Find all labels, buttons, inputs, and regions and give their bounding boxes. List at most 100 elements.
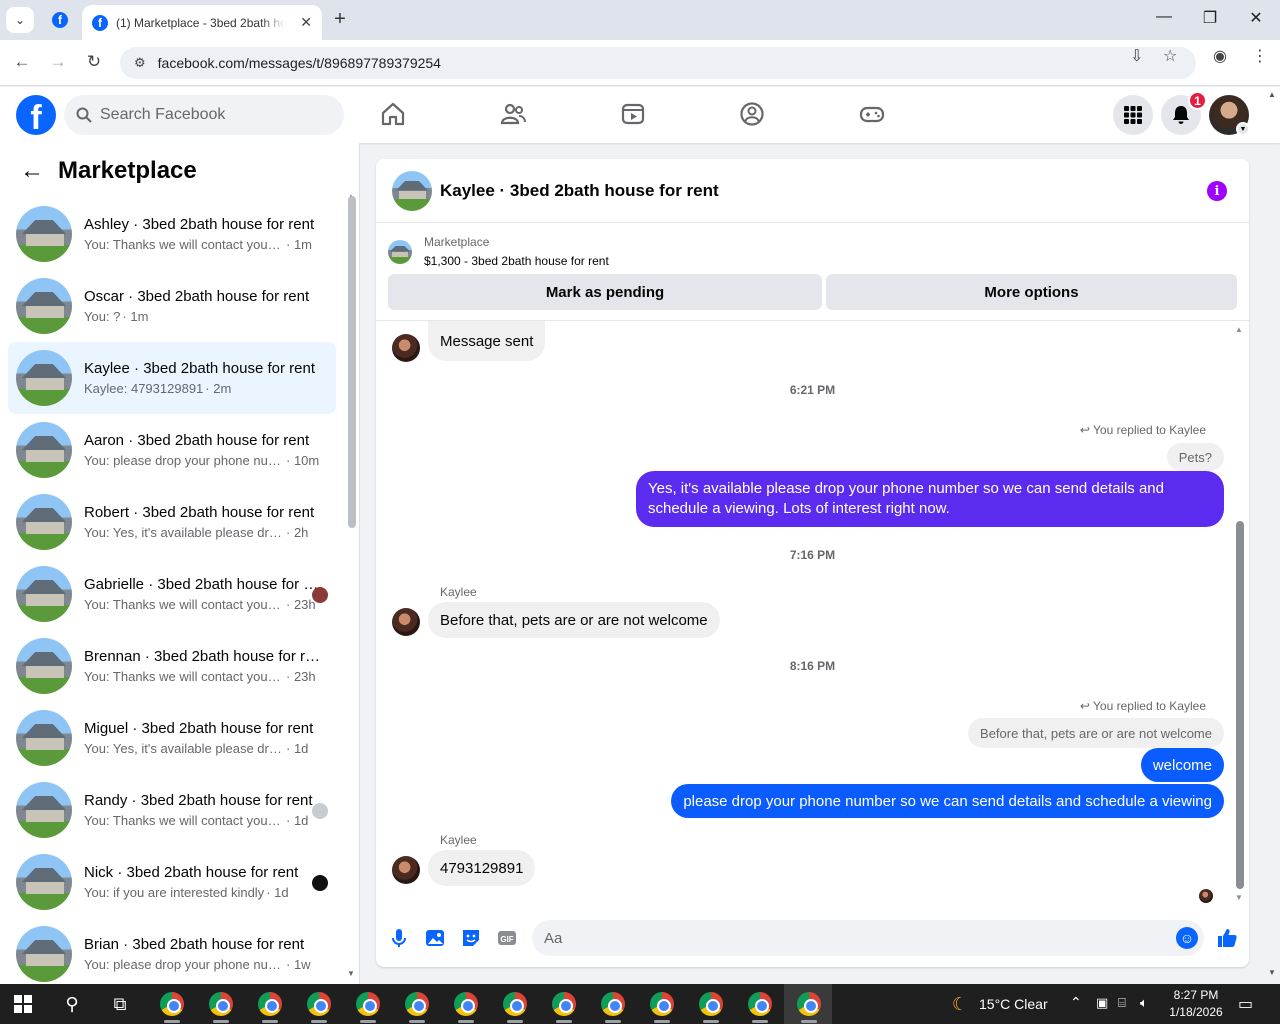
chrome-menu-icon[interactable]: ⋮ xyxy=(1252,46,1268,66)
chrome-taskbar-icon[interactable] xyxy=(795,990,823,1018)
active-browser-tab[interactable]: f (1) Marketplace - 3bed 2bath house for… xyxy=(82,5,322,40)
minimize-window-button[interactable]: — xyxy=(1141,8,1187,26)
scroll-down-icon[interactable]: ▼ xyxy=(347,969,355,978)
conversation-item[interactable]: Randy · 3bed 2bath house for rent You: Th… xyxy=(8,774,336,846)
profile-icon[interactable]: ◉ xyxy=(1213,46,1227,66)
message-thread: Message sent 6:21 PM ↩ You replied to Ka… xyxy=(376,321,1249,906)
conversation-item[interactable]: Brennan · 3bed 2bath house for rent You: … xyxy=(8,630,336,702)
sidebar-scrollbar[interactable] xyxy=(348,196,356,528)
chrome-taskbar-icon[interactable] xyxy=(746,990,774,1018)
facebook-logo-icon[interactable]: f xyxy=(16,95,56,135)
chrome-taskbar-icon[interactable] xyxy=(550,990,578,1018)
menu-grid-button[interactable] xyxy=(1113,95,1153,135)
address-bar[interactable]: ⚙ facebook.com/messages/t/89689778937925… xyxy=(120,47,1196,79)
restore-window-button[interactable]: ❐ xyxy=(1187,8,1233,28)
bookmark-star-icon[interactable]: ☆ xyxy=(1163,46,1177,66)
chat-scrollbar[interactable] xyxy=(1236,521,1244,889)
home-icon[interactable] xyxy=(380,101,406,127)
emoji-icon[interactable]: ☺ xyxy=(1176,927,1198,949)
photo-icon[interactable] xyxy=(424,927,446,949)
quoted-message[interactable]: Before that, pets are or are not welcome xyxy=(968,718,1224,748)
conversation-preview: You: please drop your phone number xyxy=(84,453,284,468)
volume-icon[interactable]: 🔈︎ xyxy=(1140,995,1148,1011)
weather-text[interactable]: 15°C Clear xyxy=(979,996,1048,1012)
gaming-icon[interactable] xyxy=(859,101,885,127)
listing-summary[interactable]: Marketplace $1,300 - 3bed 2bath house fo… xyxy=(388,235,609,268)
microphone-icon[interactable] xyxy=(388,927,410,949)
system-clock[interactable]: 8:27 PM 1/18/2026 xyxy=(1160,987,1232,1021)
conversation-item[interactable]: Oscar · 3bed 2bath house for rent You: ? ·… xyxy=(8,270,336,342)
message-bubble-incoming[interactable]: Before that, pets are or are not welcome xyxy=(428,602,720,638)
install-app-icon[interactable]: ⇩ xyxy=(1130,46,1143,66)
friends-icon[interactable] xyxy=(500,101,526,127)
task-view-icon[interactable]: ⧉ xyxy=(106,990,134,1018)
chrome-taskbar-icon[interactable] xyxy=(207,990,235,1018)
network-icon[interactable]: ⌸ xyxy=(1118,995,1126,1011)
forward-arrow-icon[interactable]: → xyxy=(46,52,70,72)
chrome-taskbar-icon[interactable] xyxy=(403,990,431,1018)
conversation-text: Brennan · 3bed 2bath house for rent You: … xyxy=(84,648,320,684)
chrome-taskbar-icon[interactable] xyxy=(501,990,529,1018)
thumbs-up-icon[interactable] xyxy=(1216,927,1238,949)
chrome-taskbar-icon[interactable] xyxy=(305,990,333,1018)
message-bubble-outgoing[interactable]: welcome xyxy=(1140,748,1224,782)
conversation-item[interactable]: Kaylee · 3bed 2bath house for rent Kaylee… xyxy=(8,342,336,414)
conversation-item[interactable]: Brian · 3bed 2bath house for rent You: pl… xyxy=(8,918,336,990)
windows-start-icon[interactable] xyxy=(14,995,32,1013)
chrome-taskbar-icon[interactable] xyxy=(158,990,186,1018)
reload-icon[interactable]: ↻ xyxy=(82,52,106,72)
page-scroll-up-icon[interactable]: ▲ xyxy=(1268,90,1276,99)
tab-search-dropdown-icon[interactable]: ⌄ xyxy=(6,7,34,33)
close-tab-icon[interactable]: ✕ xyxy=(300,14,312,31)
message-bubble-outgoing[interactable]: Yes, it's available please drop your pho… xyxy=(636,471,1224,527)
chrome-taskbar-icon[interactable] xyxy=(256,990,284,1018)
sticker-icon[interactable] xyxy=(460,927,482,949)
more-options-button[interactable]: More options xyxy=(826,274,1237,310)
search-icon[interactable]: ⚲ xyxy=(58,990,86,1018)
chat-title[interactable]: Kaylee · 3bed 2bath house for rent xyxy=(440,181,719,201)
new-tab-button[interactable]: + xyxy=(328,8,352,31)
back-arrow-icon[interactable]: ← xyxy=(10,52,34,72)
search-box[interactable]: Search Facebook xyxy=(64,95,344,135)
kaylee-avatar[interactable] xyxy=(392,608,420,636)
message-bubble-incoming[interactable]: Message sent xyxy=(428,321,546,361)
chrome-taskbar-icon[interactable] xyxy=(354,990,382,1018)
meet-icon[interactable]: ▣ xyxy=(1096,995,1108,1011)
message-bubble-outgoing[interactable]: please drop your phone number so we can … xyxy=(671,784,1224,818)
site-info-icon[interactable]: ⚙ xyxy=(134,55,146,71)
chrome-taskbar-icon[interactable] xyxy=(648,990,676,1018)
notifications-button[interactable]: 1 xyxy=(1161,91,1207,135)
gif-icon[interactable]: GIF xyxy=(496,927,518,949)
notification-center-icon[interactable]: ▭ xyxy=(1238,994,1253,1014)
chrome-taskbar-icon[interactable] xyxy=(599,990,627,1018)
conversation-item[interactable]: Robert · 3bed 2bath house for rent You: Y… xyxy=(8,486,336,558)
kaylee-avatar[interactable] xyxy=(392,334,420,362)
conversation-meta: You: please drop your phone number · 1w xyxy=(84,957,320,972)
message-bubble-incoming[interactable]: 4793129891 xyxy=(428,850,536,886)
conversation-item[interactable]: Aaron · 3bed 2bath house for rent You: pl… xyxy=(8,414,336,486)
chevron-down-icon[interactable]: ▼ xyxy=(1236,122,1250,136)
tray-chevron-up-icon[interactable]: ⌃ xyxy=(1070,994,1082,1011)
weather-icon[interactable]: ☾ xyxy=(946,990,974,1018)
pinned-facebook-tab[interactable]: f xyxy=(42,5,78,35)
scroll-up-icon[interactable]: ▲ xyxy=(1235,325,1243,334)
conversation-item[interactable]: Miguel · 3bed 2bath house for rent You: Y… xyxy=(8,702,336,774)
groups-icon[interactable] xyxy=(739,101,765,127)
conversation-item[interactable]: Ashley · 3bed 2bath house for rent You: T… xyxy=(8,198,336,270)
conversation-preview: Kaylee: 4793129891 xyxy=(84,381,204,396)
conversation-item[interactable]: Gabrielle · 3bed 2bath house for rent You… xyxy=(8,558,336,630)
back-arrow-icon[interactable]: ← xyxy=(20,157,44,185)
conversation-item[interactable]: Nick · 3bed 2bath house for rent You: if … xyxy=(8,846,336,918)
message-input[interactable] xyxy=(532,920,1204,956)
page-scroll-down-icon[interactable]: ▼ xyxy=(1268,968,1276,977)
close-window-button[interactable]: ✕ xyxy=(1233,8,1279,28)
chrome-taskbar-icon[interactable] xyxy=(697,990,725,1018)
listing-thumbnail[interactable] xyxy=(392,170,432,211)
info-icon[interactable]: i xyxy=(1207,181,1227,201)
scroll-down-icon[interactable]: ▼ xyxy=(1235,893,1243,902)
video-icon[interactable] xyxy=(620,101,646,127)
chrome-taskbar-icon[interactable] xyxy=(452,990,480,1018)
mark-as-pending-button[interactable]: Mark as pending xyxy=(388,274,822,310)
kaylee-avatar[interactable] xyxy=(392,856,420,884)
quoted-message[interactable]: Pets? xyxy=(1166,443,1224,471)
